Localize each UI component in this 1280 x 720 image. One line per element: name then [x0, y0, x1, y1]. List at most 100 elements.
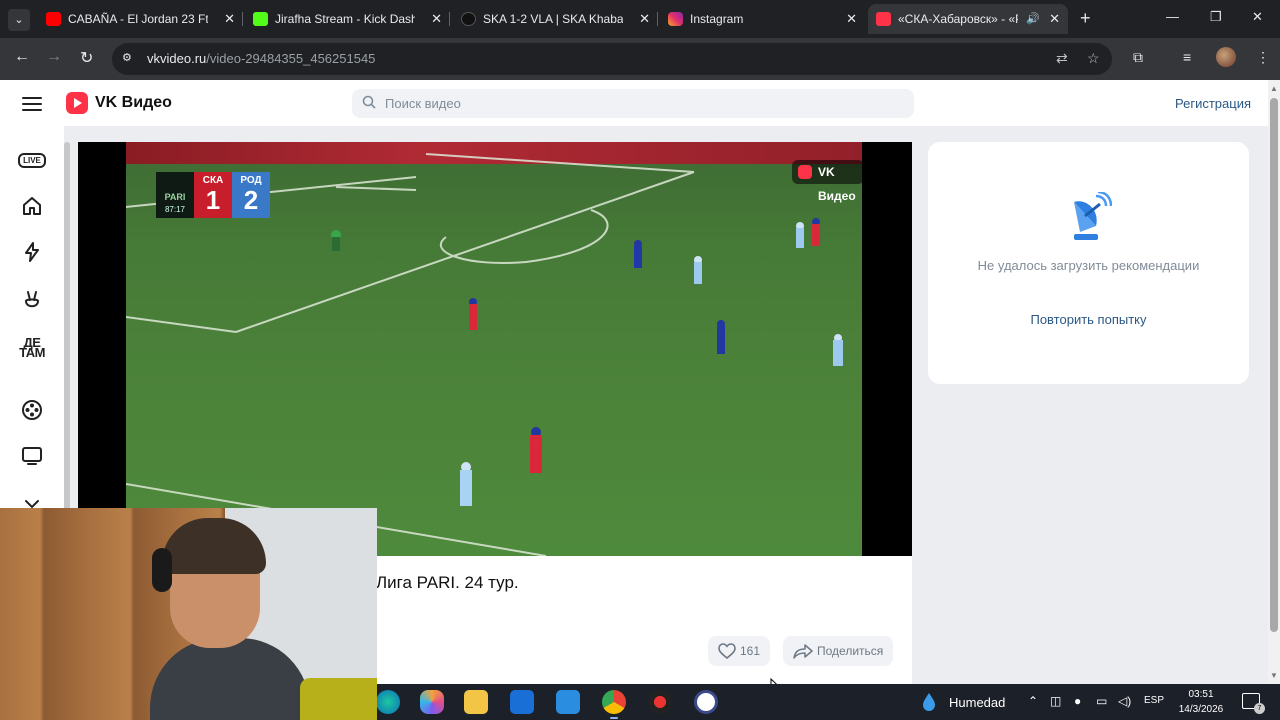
language-indicator[interactable]: ESP — [1144, 695, 1164, 706]
retry-button[interactable]: Повторить попытку — [948, 312, 1229, 327]
vk-video-logo-icon[interactable] — [66, 92, 88, 114]
copilot-icon[interactable] — [420, 690, 444, 714]
vk-video-icon — [798, 165, 812, 179]
video-frame: PARI 87:17 СКА 1 РОД 2 VK Видео — [126, 142, 864, 556]
headset-icon — [152, 548, 172, 592]
watermark-text: VK Видео — [818, 165, 856, 203]
tab-instagram[interactable]: Instagram ✕ — [660, 4, 865, 34]
nav-home[interactable] — [18, 192, 46, 220]
lightning-icon — [25, 242, 39, 262]
home-team: СКА 1 — [194, 172, 232, 218]
nav-tv[interactable] — [18, 442, 46, 470]
detam-icon: ДЕ ТАМ — [19, 335, 45, 360]
close-tab-icon[interactable]: ✕ — [639, 4, 650, 34]
share-label: Поделиться — [817, 644, 884, 658]
home-icon — [23, 197, 41, 215]
live-icon: LIVE — [18, 152, 46, 168]
close-tab-icon[interactable]: ✕ — [1049, 4, 1060, 34]
film-reel-icon — [22, 400, 42, 420]
speaker-icon[interactable]: 🔊 — [1026, 4, 1040, 34]
chrome-menu-icon[interactable]: ⋮ — [1256, 49, 1270, 66]
vk-video-icon — [876, 12, 891, 26]
satellite-dish-icon — [1074, 192, 1112, 240]
extensions-icon[interactable]: ⧉ — [1133, 49, 1143, 66]
site-logo-text[interactable]: VK Видео — [95, 94, 172, 112]
close-tab-icon[interactable]: ✕ — [224, 4, 235, 34]
url-path: /video-29484355_456251545 — [206, 51, 376, 66]
video-player[interactable]: PARI 87:17 СКА 1 РОД 2 VK Видео — [78, 142, 912, 556]
tab-search-button[interactable]: ⌄ — [8, 9, 30, 31]
nav-detam[interactable]: ДЕ ТАМ — [17, 334, 47, 362]
share-icon — [793, 644, 813, 659]
page-scrollbar[interactable]: ▲ ▼ — [1268, 80, 1280, 684]
outlook-icon[interactable] — [556, 690, 580, 714]
recommendations-error: Не удалось загрузить рекомендации — [977, 258, 1200, 273]
search-input[interactable]: Поиск видео — [352, 89, 914, 118]
clock[interactable]: 03:51 14/3/2026 — [1176, 687, 1226, 717]
restore-icon[interactable]: ❐ — [1210, 9, 1222, 25]
close-tab-icon[interactable]: ✕ — [846, 4, 857, 34]
notification-icon[interactable]: 7 — [1242, 693, 1265, 714]
url-text[interactable]: vkvideo.ru/video-29484355_456251545 — [147, 51, 375, 66]
volume-icon[interactable]: ◁) — [1118, 694, 1131, 708]
youtube-icon — [46, 12, 61, 26]
tab-title: CABAÑA - El Jordan 23 Ft. U — [68, 12, 208, 26]
instagram-icon — [668, 12, 683, 26]
nav-movies[interactable] — [18, 396, 46, 424]
video-title: Лига PARI. 24 тур. — [376, 573, 519, 592]
home-team-score: 1 — [205, 185, 221, 215]
tab-youtube[interactable]: CABAÑA - El Jordan 23 Ft. U ✕ — [38, 4, 243, 34]
site-header: VK Видео Поиск видео Регистрация — [0, 80, 1268, 126]
minimize-icon[interactable]: — — [1166, 9, 1179, 24]
like-button[interactable]: 161 — [708, 636, 771, 666]
league-name: PARI — [164, 192, 186, 202]
scroll-up-icon[interactable]: ▲ — [1270, 84, 1278, 93]
forward-icon[interactable]: → — [46, 48, 62, 66]
tab-kick[interactable]: Jirafha Stream - Kick Dashbo ✕ — [245, 4, 450, 34]
reload-icon[interactable]: ↻ — [80, 48, 93, 68]
tab-tiktok[interactable]: SKA 1-2 VLA | SKA Khabarov ✕ — [453, 4, 658, 34]
register-link[interactable]: Регистрация — [1175, 96, 1251, 111]
media-control-icon[interactable]: ≡ — [1183, 49, 1191, 65]
like-count: 161 — [740, 644, 761, 658]
network-icon[interactable]: ▭ — [1096, 694, 1107, 708]
close-tab-icon[interactable]: ✕ — [431, 4, 442, 34]
nav-clips[interactable] — [18, 238, 46, 266]
back-icon[interactable]: ← — [14, 48, 30, 66]
new-tab-button[interactable]: + — [1080, 8, 1091, 29]
scrollbar-thumb[interactable] — [1270, 98, 1278, 632]
bookmark-star-icon[interactable]: ☆ — [1087, 50, 1100, 67]
file-explorer-icon[interactable] — [464, 690, 488, 714]
clock-date: 14/3/2026 — [1178, 704, 1224, 715]
profile-avatar[interactable] — [1216, 47, 1236, 67]
peace-hand-icon — [24, 291, 40, 308]
steam-app-icon[interactable] — [694, 690, 718, 714]
sidebar-scrollbar[interactable] — [64, 142, 70, 522]
tab-vk-video-active[interactable]: «СКА-Хабаровск» - «Ро 🔊 ✕ — [868, 4, 1068, 34]
microphone-icon[interactable]: ● — [1074, 694, 1081, 708]
chrome-icon[interactable] — [602, 690, 626, 719]
tab-title: Jirafha Stream - Kick Dashbo — [275, 12, 415, 26]
chevron-up-icon[interactable]: ⌃ — [1028, 694, 1038, 708]
menu-icon[interactable] — [22, 97, 42, 111]
clock-time: 03:51 — [1188, 689, 1214, 700]
nav-live[interactable]: LIVE — [18, 146, 46, 174]
translate-icon[interactable]: ⇄ — [1056, 50, 1068, 67]
tab-title: «СКА-Хабаровск» - «Ро — [898, 12, 1018, 26]
tab-title: Instagram — [690, 12, 744, 26]
video-watermark: VK Видео — [792, 160, 864, 203]
share-button[interactable]: Поделиться — [783, 636, 894, 666]
site-settings-icon[interactable]: ⚙ — [122, 51, 136, 65]
edge-icon[interactable] — [376, 690, 400, 714]
weather-label[interactable]: Humedad — [949, 695, 1005, 710]
nav-fun[interactable] — [18, 286, 46, 314]
address-bar[interactable]: ⚙ vkvideo.ru/video-29484355_456251545 ⇄ … — [112, 43, 1112, 75]
scroll-down-icon[interactable]: ▼ — [1270, 671, 1278, 680]
store-icon[interactable] — [510, 690, 534, 714]
notification-count: 7 — [1254, 703, 1265, 714]
close-window-icon[interactable]: ✕ — [1252, 9, 1263, 25]
task-manager-icon[interactable]: ◫ — [1050, 694, 1061, 708]
obs-icon[interactable] — [648, 690, 672, 714]
browser-toolbar: ← → ↻ ⚙ vkvideo.ru/video-29484355_456251… — [0, 38, 1280, 80]
tab-title: SKA 1-2 VLA | SKA Khabarov — [483, 12, 623, 26]
